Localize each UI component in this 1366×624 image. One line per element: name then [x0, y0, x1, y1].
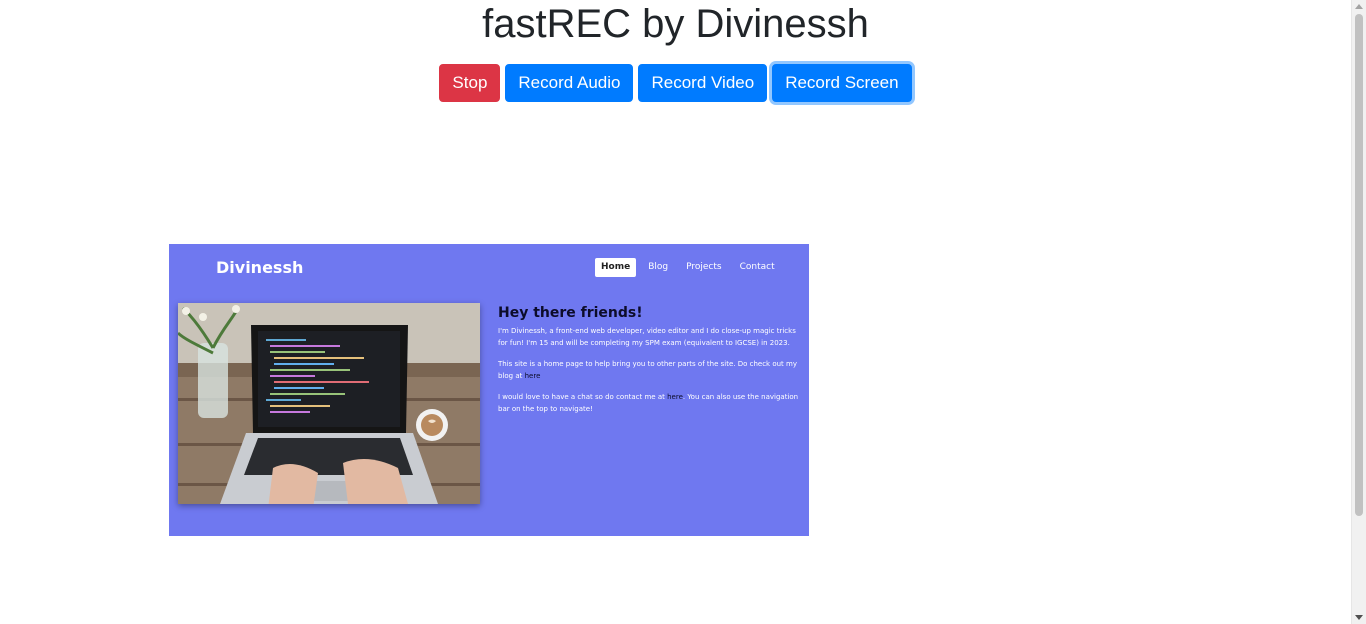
site-nav: Home Blog Projects Contact: [595, 258, 781, 277]
page-title: fastREC by Divinessh: [482, 2, 869, 46]
contact-paragraph: I would love to have a chat so do contac…: [498, 392, 800, 415]
hero-heading: Hey there friends!: [498, 305, 643, 321]
contact-link[interactable]: here: [667, 393, 683, 401]
record-screen-button[interactable]: Record Screen: [772, 64, 912, 102]
scroll-down-icon[interactable]: [1355, 615, 1363, 620]
record-video-button[interactable]: Record Video: [638, 64, 768, 102]
hero-text: Hey there friends! I'm Divinessh, a fron…: [498, 305, 800, 425]
stop-button[interactable]: Stop: [439, 64, 501, 102]
laptop-desk-image: [178, 303, 480, 504]
intro-paragraph: I'm Divinessh, a front-end web developer…: [498, 327, 796, 347]
recording-toolbar: Stop Record Audio Record Video Record Sc…: [0, 64, 1351, 102]
blog-link[interactable]: here: [525, 372, 541, 380]
nav-item-projects[interactable]: Projects: [680, 258, 727, 277]
contact-paragraph-text: I would love to have a chat so do contac…: [498, 393, 668, 401]
site-brand: Divinessh: [216, 258, 304, 277]
blog-paragraph-text: This site is a home page to help bring y…: [498, 360, 797, 380]
nav-item-contact[interactable]: Contact: [734, 258, 781, 277]
nav-item-blog[interactable]: Blog: [642, 258, 674, 277]
nav-item-home[interactable]: Home: [595, 258, 637, 277]
scroll-thumb[interactable]: [1355, 14, 1363, 516]
scroll-up-icon[interactable]: [1355, 4, 1363, 9]
blog-paragraph: This site is a home page to help bring y…: [498, 359, 800, 382]
recording-preview[interactable]: Divinessh Home Blog Projects Contact Hey…: [169, 244, 809, 536]
page-scrollbar[interactable]: [1351, 0, 1366, 624]
record-audio-button[interactable]: Record Audio: [505, 64, 634, 102]
